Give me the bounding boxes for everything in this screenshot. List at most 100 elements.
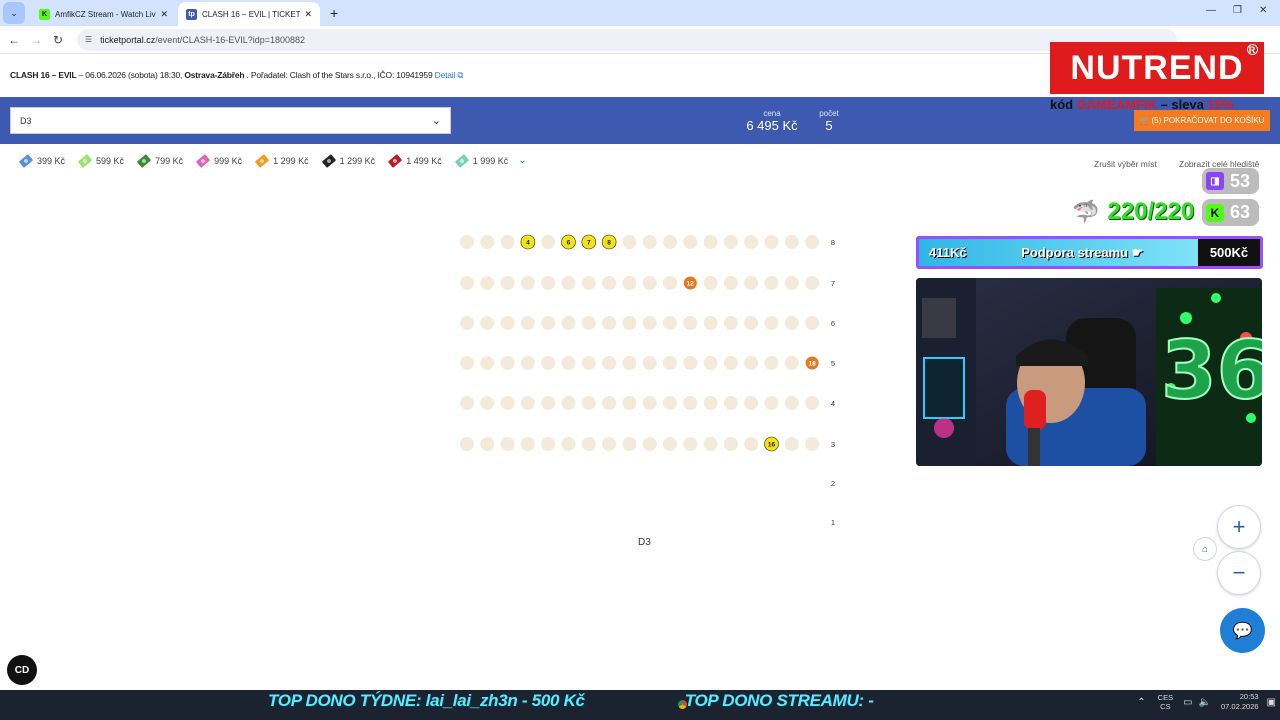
- seat: [784, 356, 799, 370]
- seat-circle: [520, 356, 535, 370]
- chevron-up-icon[interactable]: ⌃: [1137, 697, 1145, 708]
- legend-item[interactable]: 1 299 Kč: [321, 153, 376, 168]
- seat-circle: [561, 356, 576, 370]
- seat: [541, 396, 556, 410]
- reset-view-button[interactable]: ⌂: [1193, 537, 1217, 561]
- seat: [480, 235, 495, 249]
- external-link-icon[interactable]: ⧉: [455, 70, 463, 80]
- seat-circle: [723, 276, 738, 290]
- site-info-icon[interactable]: ☰: [85, 35, 92, 44]
- clock[interactable]: 20:53 07.02.2026: [1221, 692, 1259, 712]
- new-tab-button[interactable]: +: [330, 5, 338, 21]
- legend-more-chevron-icon[interactable]: ⌄: [518, 155, 526, 166]
- seat: [642, 235, 657, 249]
- notification-icon[interactable]: ▣: [1267, 697, 1276, 708]
- seat-circle: [744, 316, 759, 330]
- seat: [520, 437, 535, 451]
- seat: [723, 437, 738, 451]
- close-icon[interactable]: ✕: [160, 9, 168, 20]
- seat[interactable]: 4: [520, 234, 536, 250]
- close-icon[interactable]: ✕: [304, 9, 312, 20]
- input-language[interactable]: CES CS: [1158, 693, 1173, 711]
- seat: [784, 316, 799, 330]
- seat[interactable]: 18: [804, 355, 820, 371]
- maximize-icon[interactable]: ❐: [1233, 5, 1242, 16]
- seat-circle: [602, 396, 617, 410]
- zoom-out-button[interactable]: −: [1217, 551, 1261, 595]
- browser-tab-bar: ⌄ K AmfikCZ Stream - Watch Live o ✕ tp C…: [0, 0, 1280, 26]
- legend-item[interactable]: 1 499 Kč: [388, 153, 442, 168]
- network-icon[interactable]: ▭: [1183, 697, 1192, 708]
- seat-circle: [784, 276, 799, 290]
- tab-amfik-stream[interactable]: K AmfikCZ Stream - Watch Live o ✕: [31, 2, 176, 26]
- legend-label: 1 999 Kč: [472, 155, 509, 166]
- seat[interactable]: 16: [764, 436, 779, 452]
- seat: [561, 396, 576, 410]
- tab-ticketportal[interactable]: tp CLASH 16 – EVIL | TICKETPORTA ✕: [178, 2, 320, 26]
- close-window-icon[interactable]: ✕: [1259, 5, 1267, 16]
- event-venue: Ostrava-Zábřeh: [184, 70, 245, 80]
- seat-circle: [500, 316, 515, 330]
- seat: [642, 437, 657, 451]
- reload-icon[interactable]: ↻: [47, 33, 69, 47]
- seat: [744, 316, 759, 330]
- row-label: 7: [831, 279, 835, 288]
- seat[interactable]: 6: [561, 234, 576, 250]
- detail-link[interactable]: Detail: [435, 70, 456, 80]
- clear-selection-link[interactable]: Zrušit výběr míst: [1094, 159, 1157, 169]
- seat: [561, 276, 576, 290]
- seat: [805, 316, 820, 330]
- volume-icon[interactable]: 🔈: [1199, 697, 1211, 708]
- seat-circle: [642, 437, 657, 451]
- seat: [480, 437, 495, 451]
- row-label: 3: [831, 440, 835, 449]
- seat-circle: [663, 276, 677, 290]
- seat[interactable]: 8: [601, 234, 617, 250]
- legend-item[interactable]: 599 Kč: [77, 153, 124, 168]
- seat: [622, 396, 637, 410]
- seat[interactable]: 7: [581, 234, 597, 250]
- cookie-settings-button[interactable]: CD: [7, 655, 37, 685]
- seat: [460, 356, 474, 370]
- seat-circle: [622, 235, 637, 249]
- seat-circle: [602, 437, 617, 451]
- seat: [723, 276, 738, 290]
- seat-circle: [622, 316, 637, 330]
- chat-button[interactable]: 💬: [1220, 608, 1265, 653]
- seat-number: 7: [587, 240, 591, 247]
- back-icon[interactable]: ←: [3, 33, 25, 47]
- seat: [480, 316, 495, 330]
- seat-circle: [622, 276, 637, 290]
- row-label: 8: [831, 238, 835, 247]
- forward-icon[interactable]: →: [25, 33, 47, 47]
- seat: [805, 235, 820, 249]
- seat-number: 8: [607, 240, 611, 247]
- seat-circle: [784, 316, 799, 330]
- checkout-button[interactable]: 🛒 (5) POKRAČOVAT DO KOŠÍKU: [1134, 110, 1270, 131]
- legend-item[interactable]: 1 299 Kč: [254, 153, 309, 168]
- legend-item[interactable]: 1 999 Kč: [454, 153, 509, 168]
- legend-label: 1 299 Kč: [339, 155, 376, 166]
- seat-circle: [703, 356, 718, 370]
- zoom-in-button[interactable]: +: [1217, 505, 1261, 549]
- seat-circle: [520, 437, 535, 451]
- shark-icon: 🦈: [1072, 199, 1100, 224]
- legend-item[interactable]: 799 Kč: [136, 153, 183, 168]
- url-input[interactable]: ☰ ticketportal.cz/event/CLASH-16-EVIL?id…: [77, 28, 1177, 51]
- ticket-icon: [254, 153, 270, 168]
- section-select[interactable]: D3 ⌄: [10, 107, 451, 134]
- seat: [723, 316, 738, 330]
- seat: [744, 396, 759, 410]
- minimize-icon[interactable]: —: [1206, 5, 1216, 16]
- seat: [460, 396, 474, 410]
- seat[interactable]: 12: [682, 275, 698, 291]
- seat: [561, 356, 576, 370]
- block-label: D3: [638, 537, 651, 548]
- seat: [541, 437, 556, 451]
- tab-search-button[interactable]: ⌄: [3, 2, 25, 24]
- seat: [602, 437, 617, 451]
- legend-item[interactable]: 999 Kč: [195, 153, 242, 168]
- seat-circle: [541, 356, 556, 370]
- seat-circle: [744, 276, 759, 290]
- legend-item[interactable]: 399 Kč: [18, 153, 65, 168]
